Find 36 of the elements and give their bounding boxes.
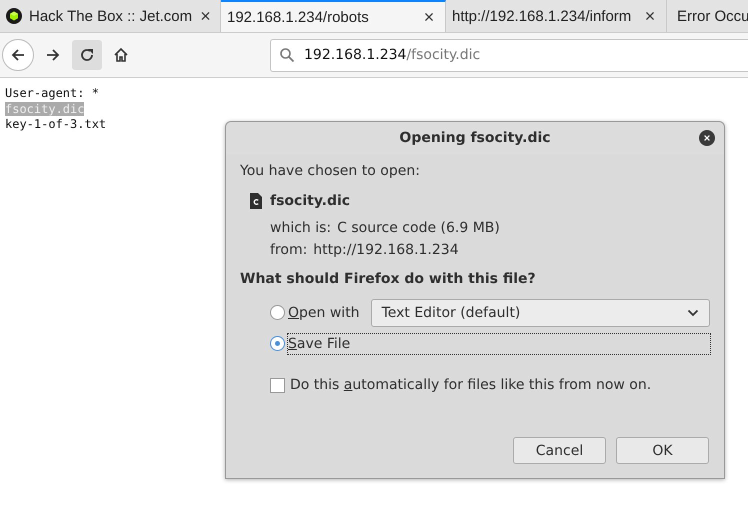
address-field[interactable]: 192.168.1.234/fsocity.dic [270,38,748,72]
reload-button[interactable] [72,40,102,70]
chevron-down-icon [687,308,699,316]
dialog-button[interactable]: Cancel [513,437,606,464]
app-dropdown[interactable]: Text Editor (default) [370,298,710,326]
close-icon[interactable] [699,130,715,146]
text-line: key-1-of-3.txt [5,117,106,131]
tab-title: 192.168.1.234/robots [227,8,370,26]
forward-arrow-icon [45,47,61,63]
text-line: User-agent: * [5,86,99,100]
file-type: C source code (6.9 MB) [337,220,500,236]
field-label: which is: [270,220,332,236]
dropdown-value: Text Editor (default) [382,304,520,320]
intro-text: You have chosen to open: [240,163,421,181]
dialog-title: Opening fsocity.dic [399,130,551,146]
tab-title: http://192.168.1.234/inform [452,8,632,24]
back-arrow-icon [10,47,26,63]
question-heading: What should Firefox do with this file? [240,271,537,289]
file-name: fsocity.dic [270,193,350,209]
file-icon [250,193,262,209]
browser-tab[interactable]: 192.168.1.234/robots × [221,0,446,32]
browser-tab[interactable]: http://192.168.1.234/inform × [446,0,667,32]
field-label: from: [270,242,308,258]
home-icon [113,47,129,63]
option-label[interactable]: Open with [288,302,360,322]
radio-button[interactable] [270,336,285,351]
tab-title: Hack The Box :: Jet.com [29,8,192,24]
checkbox[interactable] [270,378,285,392]
back-button[interactable] [2,39,34,71]
search-icon [279,47,295,63]
option-label[interactable]: Save File [288,334,710,354]
radio-button[interactable] [270,305,285,320]
file-source: http://192.168.1.234 [313,242,459,258]
reload-icon [79,47,95,63]
checkbox-label[interactable]: Do this automatically for files like this from now on. [290,377,652,393]
dialog-button[interactable]: OK [616,437,709,464]
